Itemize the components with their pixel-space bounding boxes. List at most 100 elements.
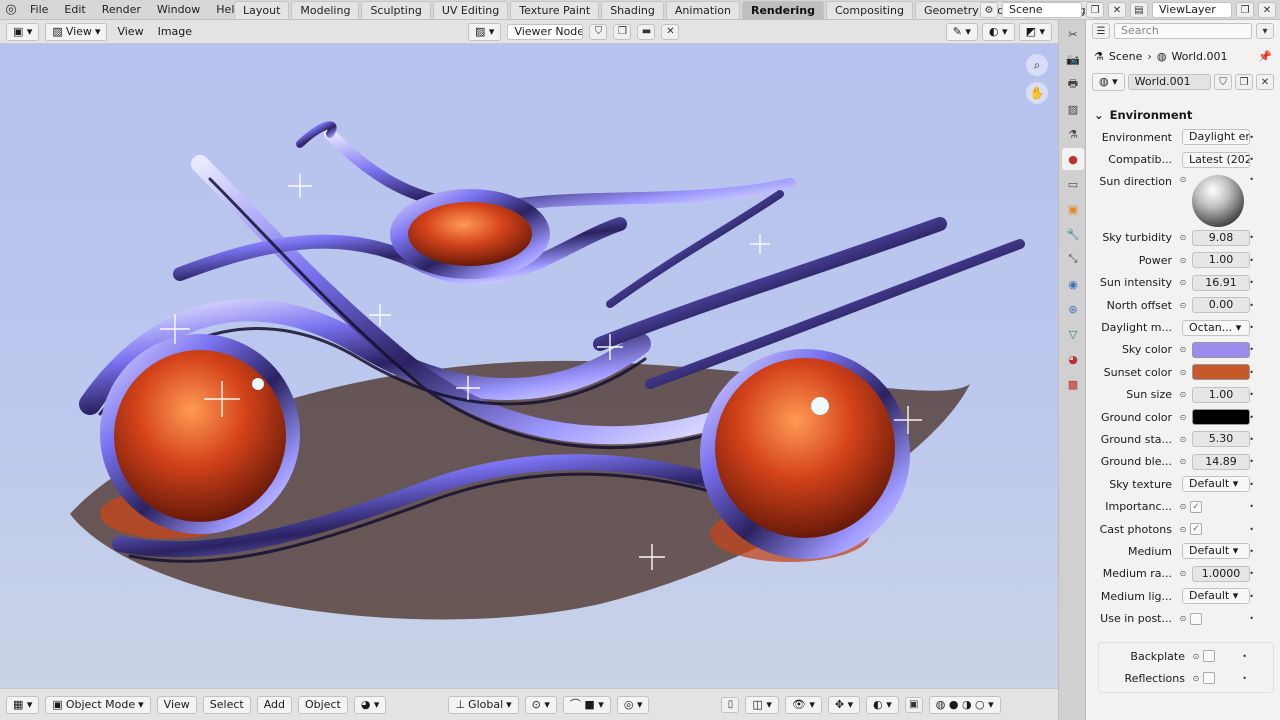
blender-logo-icon[interactable]: ◎ — [0, 0, 22, 20]
modifier-tab-icon[interactable]: 🔧 — [1062, 223, 1084, 245]
particles-tab-icon[interactable]: ⤡ — [1062, 248, 1084, 270]
color-swatch[interactable] — [1192, 364, 1250, 381]
properties-options-icon[interactable]: ▾ — [1256, 23, 1274, 39]
animate-property-icon[interactable]: • — [1249, 256, 1254, 265]
view-mode-select[interactable]: ▨ View ▾ — [45, 22, 108, 41]
tab-compositing[interactable]: Compositing — [825, 1, 913, 19]
keyframe-decorator-icon[interactable]: ⊙ — [1178, 301, 1188, 310]
constraints-tab-icon[interactable]: ⊛ — [1062, 298, 1084, 320]
object-tab-icon[interactable]: ▣ — [1062, 198, 1084, 220]
editor-type-button[interactable]: ▣ ▾ — [6, 22, 40, 41]
scene-icon[interactable]: ⚙ — [980, 2, 998, 18]
number-field[interactable]: 5.30 — [1192, 431, 1250, 448]
visibility-button[interactable]: 👁 ▾ — [784, 695, 822, 714]
number-field[interactable]: 0.00 — [1192, 297, 1250, 314]
tab-modeling[interactable]: Modeling — [291, 1, 360, 19]
animate-property-icon[interactable]: • — [1249, 390, 1254, 399]
viewport-tools-button[interactable]: ◫ ▾ — [745, 695, 779, 714]
output-tab-icon[interactable]: 🖶 — [1062, 73, 1084, 95]
delete-scene-icon[interactable]: ✕ — [1108, 2, 1126, 18]
color-swatch[interactable] — [1192, 409, 1250, 426]
gizmo-toggle-button[interactable]: ✎ ▾ — [945, 23, 978, 41]
material-tab-icon[interactable]: ◕ — [1062, 348, 1084, 370]
animate-property-icon[interactable]: • — [1249, 435, 1254, 444]
dropdown-select[interactable]: Default ▾ — [1182, 476, 1250, 493]
menu-window[interactable]: Window — [149, 0, 208, 20]
keyframe-decorator-icon[interactable]: ⊙ — [1178, 435, 1188, 444]
keyframe-decorator-icon[interactable]: ⊙ — [1178, 175, 1188, 184]
animate-property-icon[interactable]: • — [1249, 155, 1254, 164]
copy-scene-icon[interactable]: ❐ — [1086, 2, 1104, 18]
keyframe-decorator-icon[interactable]: ⊙ — [1178, 525, 1188, 534]
render-region-icon[interactable]: ▯ — [721, 696, 740, 713]
keyframe-decorator-icon[interactable]: ⊙ — [1178, 345, 1188, 354]
dropdown-select[interactable]: Octan... ▾ — [1182, 319, 1250, 336]
animate-property-icon[interactable]: • — [1249, 413, 1254, 422]
open-folder-icon[interactable]: ▬ — [637, 23, 656, 40]
animate-property-icon[interactable]: • — [1249, 457, 1254, 466]
tab-rendering[interactable]: Rendering — [741, 1, 824, 19]
animate-property-icon[interactable]: • — [1242, 674, 1247, 683]
keyframe-decorator-icon[interactable]: ⊙ — [1178, 569, 1188, 578]
properties-editor-type-icon[interactable]: ☰ — [1092, 23, 1110, 39]
environment-section-header[interactable]: ⌄ Environment — [1094, 104, 1274, 126]
overlay-toggle-button[interactable]: ◐ ▾ — [981, 23, 1015, 41]
copy-view-layer-icon[interactable]: ❐ — [1236, 2, 1254, 18]
pin-icon[interactable]: 📌 — [1258, 50, 1272, 63]
keyframe-decorator-icon[interactable]: ⊙ — [1178, 413, 1188, 422]
proportional-edit-toggle[interactable]: ◎ ▾ — [616, 695, 650, 714]
view-layer-icon[interactable]: ▤ — [1130, 2, 1148, 18]
menu-object[interactable]: Object — [298, 695, 348, 714]
texture-tab-icon[interactable]: ▩ — [1062, 373, 1084, 395]
animate-property-icon[interactable]: • — [1249, 278, 1254, 287]
keyframe-decorator-icon[interactable]: ⊙ — [1178, 256, 1188, 265]
checkbox[interactable]: ✓ — [1190, 523, 1202, 536]
animate-property-icon[interactable]: • — [1249, 368, 1254, 377]
dropdown-select[interactable]: Latest (2022... ▾ — [1182, 151, 1250, 168]
snap-toggle[interactable]: ⌒ ■ ▾ — [562, 695, 611, 714]
tab-sculpting[interactable]: Sculpting — [361, 1, 431, 19]
animate-property-icon[interactable]: • — [1242, 652, 1247, 661]
viewer-node-field[interactable]: Viewer Node — [507, 23, 584, 40]
animate-property-icon[interactable]: • — [1249, 301, 1254, 310]
tab-uv-editing[interactable]: UV Editing — [432, 1, 509, 19]
unlink-close-icon[interactable]: ✕ — [661, 23, 680, 40]
pan-hand-icon[interactable]: ✋ — [1026, 82, 1048, 104]
animate-property-icon[interactable]: • — [1249, 592, 1254, 601]
xray-toggle-icon[interactable]: ▣ — [904, 696, 923, 713]
dropdown-select[interactable]: Default ▾ — [1182, 543, 1250, 560]
checkbox[interactable] — [1203, 672, 1215, 685]
keyframe-decorator-icon[interactable]: ⊙ — [1178, 502, 1188, 511]
render-tab-icon[interactable]: 📷 — [1062, 48, 1084, 70]
tab-animation[interactable]: Animation — [665, 1, 740, 19]
keyframe-decorator-icon[interactable]: ⊙ — [1178, 614, 1188, 623]
color-swatch[interactable] — [1192, 341, 1250, 358]
delete-view-layer-icon[interactable]: ✕ — [1258, 2, 1276, 18]
properties-search-input[interactable]: Search — [1114, 23, 1252, 39]
keyframe-decorator-icon[interactable]: ⊙ — [1178, 233, 1188, 242]
menu-render[interactable]: Render — [94, 0, 149, 20]
number-field[interactable]: 9.08 — [1192, 229, 1250, 246]
keyframe-decorator-icon[interactable]: ⊙ — [1178, 457, 1188, 466]
tab-texture-paint[interactable]: Texture Paint — [510, 1, 600, 19]
viewport-shading-buttons[interactable]: ◍ ● ◑ ○ ▾ — [928, 695, 1001, 714]
physics-tab-icon[interactable]: ◉ — [1062, 273, 1084, 295]
checkbox[interactable] — [1203, 650, 1215, 662]
world-copy-icon[interactable]: ❐ — [1235, 74, 1253, 90]
new-image-icon[interactable]: ❐ — [613, 23, 632, 40]
fake-user-shield-icon[interactable]: ⛉ — [589, 23, 608, 40]
checkbox[interactable]: ✓ — [1190, 500, 1202, 513]
editor-type-button-bottom[interactable]: ▦ ▾ — [6, 695, 40, 714]
menu-add[interactable]: Add — [256, 695, 292, 714]
number-field[interactable]: 1.00 — [1192, 252, 1250, 269]
display-channels-button[interactable]: ◩ ▾ — [1018, 23, 1052, 41]
menu-edit[interactable]: Edit — [56, 0, 93, 20]
animate-property-icon[interactable]: • — [1249, 614, 1254, 623]
world-unlink-icon[interactable]: ✕ — [1256, 74, 1274, 90]
menu-select[interactable]: Select — [202, 695, 251, 714]
scene-field[interactable]: Scene — [1002, 2, 1082, 18]
tab-layout[interactable]: Layout — [234, 1, 290, 19]
dropdown-select[interactable]: Daylight env... ▾ — [1182, 129, 1250, 146]
keyframe-decorator-icon[interactable]: ⊙ — [1178, 278, 1188, 287]
keyframe-decorator-icon[interactable]: ⊙ — [1178, 368, 1188, 377]
